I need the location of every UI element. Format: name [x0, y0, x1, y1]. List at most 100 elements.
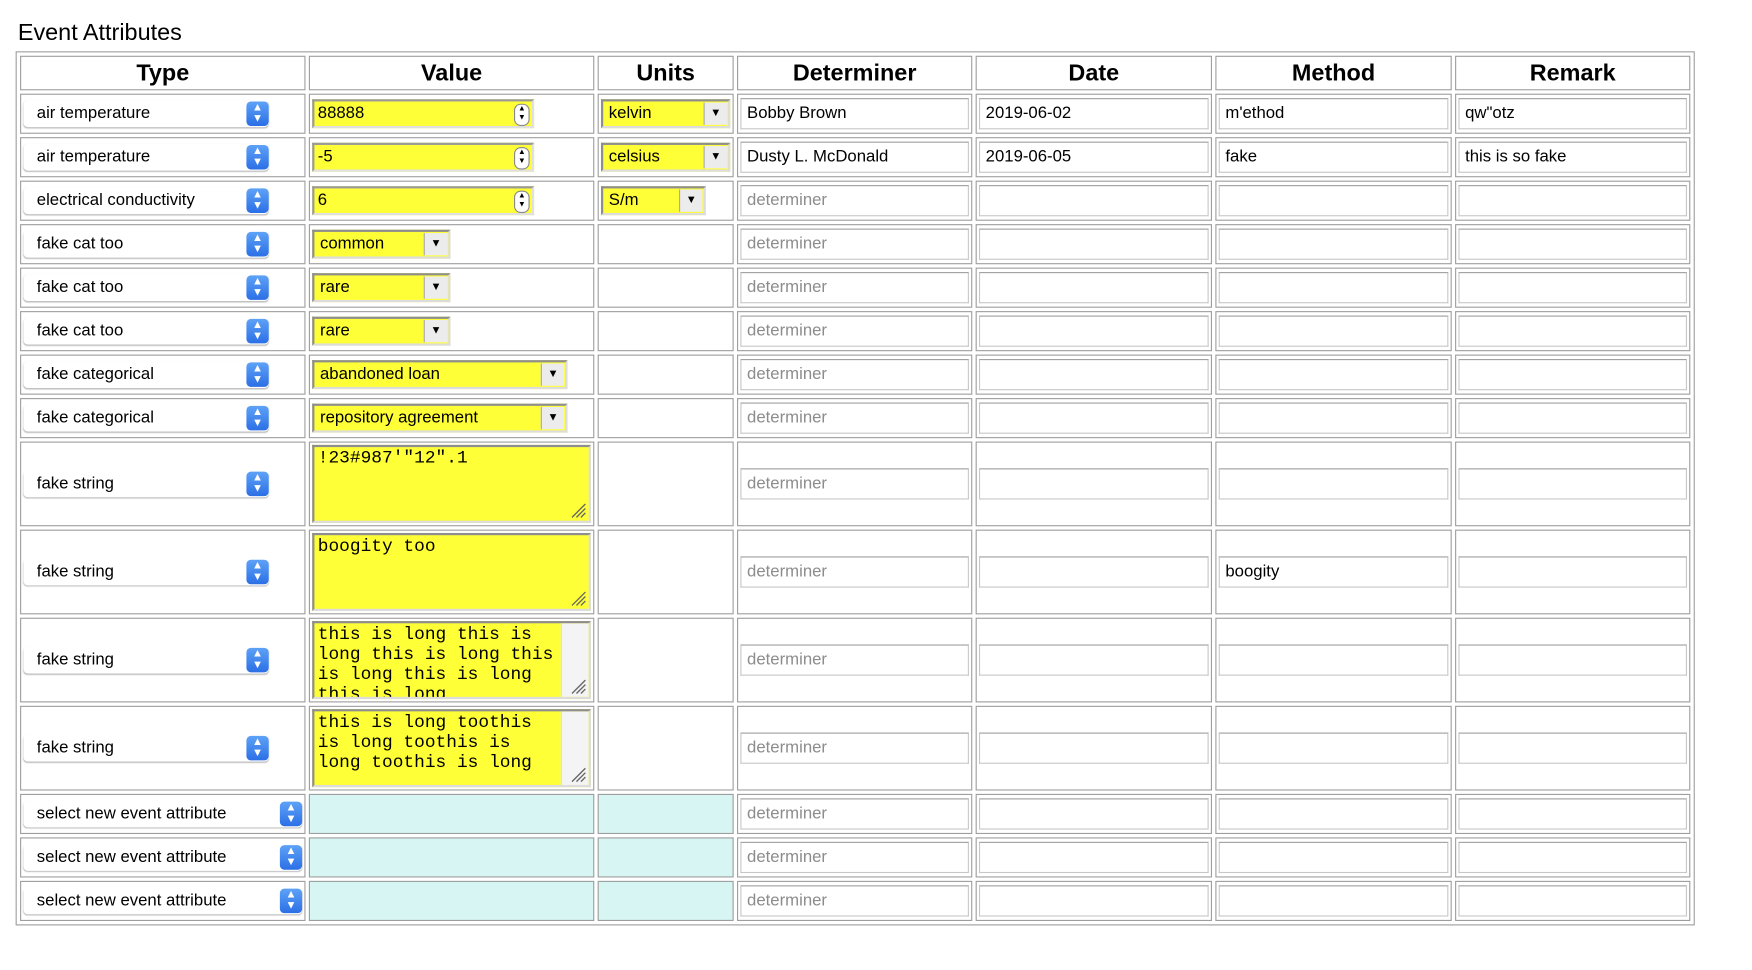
remark-input[interactable]: this is so fake	[1458, 141, 1687, 173]
determiner-input[interactable]: determiner	[740, 228, 969, 260]
type-select[interactable]: fake string ▲ ▼	[23, 646, 269, 674]
dropdown-arrow-icon[interactable]: ▼	[540, 363, 565, 386]
remark-input[interactable]	[1458, 228, 1687, 260]
date-input[interactable]	[978, 644, 1209, 676]
date-input[interactable]	[978, 732, 1209, 764]
value-textarea[interactable]: this is long toothis is long toothis is …	[312, 709, 591, 788]
value-number-input[interactable]: 88888 ▲ ▼	[312, 99, 535, 129]
select-arrows-icon[interactable]: ▲ ▼	[246, 101, 269, 126]
type-select[interactable]: select new event attribute ▲ ▼	[23, 887, 303, 915]
method-input[interactable]	[1218, 732, 1449, 764]
determiner-input[interactable]: determiner	[740, 185, 969, 217]
value-select[interactable]: common ▼	[312, 229, 451, 259]
spinner-icon[interactable]: ▲ ▼	[514, 103, 530, 126]
select-arrows-icon[interactable]: ▲ ▼	[246, 231, 269, 257]
determiner-input[interactable]: determiner	[740, 359, 969, 391]
method-input[interactable]	[1218, 228, 1449, 260]
method-input[interactable]	[1218, 359, 1449, 391]
determiner-input[interactable]: determiner	[740, 468, 969, 500]
value-textarea[interactable]: this is long this is long this is long t…	[312, 621, 591, 700]
date-input[interactable]	[978, 315, 1209, 347]
dropdown-arrow-icon[interactable]: ▼	[540, 406, 565, 430]
method-input[interactable]	[1218, 185, 1449, 217]
spinner-icon[interactable]: ▲ ▼	[514, 190, 530, 213]
determiner-input[interactable]: determiner	[740, 556, 969, 588]
method-input[interactable]	[1218, 272, 1449, 304]
date-input[interactable]: 2019-06-02	[978, 98, 1209, 130]
method-input[interactable]	[1218, 841, 1449, 874]
type-select[interactable]: fake cat too ▲ ▼	[23, 230, 269, 258]
select-arrows-icon[interactable]: ▲ ▼	[246, 275, 269, 300]
method-input[interactable]	[1218, 468, 1449, 500]
select-arrows-icon[interactable]: ▲ ▼	[246, 735, 269, 761]
date-input[interactable]	[978, 798, 1209, 830]
select-arrows-icon[interactable]: ▲ ▼	[246, 362, 269, 387]
type-select[interactable]: fake cat too ▲ ▼	[23, 274, 269, 302]
determiner-input[interactable]: determiner	[740, 272, 969, 304]
value-number-input[interactable]: -5 ▲ ▼	[312, 142, 535, 172]
determiner-input[interactable]: determiner	[740, 885, 969, 917]
value-select[interactable]: rare ▼	[312, 273, 451, 303]
method-input[interactable]	[1218, 402, 1449, 434]
date-input[interactable]	[978, 272, 1209, 304]
determiner-input[interactable]: determiner	[740, 315, 969, 347]
type-select[interactable]: fake categorical ▲ ▼	[23, 361, 269, 389]
type-select[interactable]: fake categorical ▲ ▼	[23, 404, 269, 432]
dropdown-arrow-icon[interactable]: ▼	[703, 102, 727, 125]
resize-grip-icon[interactable]	[569, 765, 587, 783]
value-textarea[interactable]: !23#987'"12".1	[312, 444, 591, 523]
remark-input[interactable]	[1458, 468, 1687, 500]
units-select[interactable]: S/m ▼	[600, 186, 706, 216]
select-arrows-icon[interactable]: ▲ ▼	[246, 559, 269, 585]
determiner-input[interactable]: Bobby Brown	[740, 98, 969, 130]
date-input[interactable]: 2019-06-05	[978, 141, 1209, 173]
remark-input[interactable]	[1458, 556, 1687, 588]
resize-grip-icon[interactable]	[569, 677, 587, 695]
date-input[interactable]	[978, 402, 1209, 434]
value-select[interactable]: abandoned loan ▼	[312, 360, 568, 390]
units-select[interactable]: celsius ▼	[600, 142, 731, 172]
method-input[interactable]: m'ethod	[1218, 98, 1449, 130]
select-arrows-icon[interactable]: ▲ ▼	[246, 318, 269, 344]
units-select[interactable]: kelvin ▼	[600, 99, 731, 129]
dropdown-arrow-icon[interactable]: ▼	[703, 146, 727, 169]
date-input[interactable]	[978, 185, 1209, 217]
type-select[interactable]: select new event attribute ▲ ▼	[23, 800, 303, 828]
select-arrows-icon[interactable]: ▲ ▼	[246, 647, 269, 673]
spinner-icon[interactable]: ▲ ▼	[514, 147, 530, 170]
dropdown-arrow-icon[interactable]: ▼	[423, 233, 448, 256]
determiner-input[interactable]: determiner	[740, 402, 969, 434]
remark-input[interactable]	[1458, 185, 1687, 217]
date-input[interactable]	[978, 228, 1209, 260]
select-arrows-icon[interactable]: ▲ ▼	[246, 471, 269, 497]
value-textarea[interactable]: boogity too	[312, 532, 591, 612]
date-input[interactable]	[978, 885, 1209, 917]
select-arrows-icon[interactable]: ▲ ▼	[279, 801, 303, 827]
date-input[interactable]	[978, 359, 1209, 391]
remark-input[interactable]	[1458, 359, 1687, 391]
method-input[interactable]: fake	[1218, 141, 1449, 173]
type-select[interactable]: fake string ▲ ▼	[23, 470, 269, 498]
type-select[interactable]: select new event attribute ▲ ▼	[23, 844, 303, 871]
remark-input[interactable]	[1458, 885, 1687, 917]
remark-input[interactable]	[1458, 315, 1687, 347]
remark-input[interactable]	[1458, 644, 1687, 676]
remark-input[interactable]: qw"otz	[1458, 98, 1687, 130]
method-input[interactable]	[1218, 315, 1449, 347]
date-input[interactable]	[978, 556, 1209, 588]
determiner-input[interactable]: determiner	[740, 841, 969, 874]
determiner-input[interactable]: determiner	[740, 644, 969, 676]
dropdown-arrow-icon[interactable]: ▼	[423, 320, 448, 343]
date-input[interactable]	[978, 841, 1209, 874]
value-select[interactable]: repository agreement ▼	[312, 403, 568, 433]
select-arrows-icon[interactable]: ▲ ▼	[279, 845, 303, 870]
type-select[interactable]: fake cat too ▲ ▼	[23, 317, 269, 345]
resize-grip-icon[interactable]	[569, 501, 587, 519]
method-input[interactable]	[1218, 644, 1449, 676]
remark-input[interactable]	[1458, 402, 1687, 434]
method-input[interactable]: boogity	[1218, 556, 1449, 588]
select-arrows-icon[interactable]: ▲ ▼	[246, 188, 269, 213]
type-select[interactable]: air temperature ▲ ▼	[23, 143, 269, 171]
type-select[interactable]: fake string ▲ ▼	[23, 558, 269, 586]
select-arrows-icon[interactable]: ▲ ▼	[246, 405, 269, 431]
